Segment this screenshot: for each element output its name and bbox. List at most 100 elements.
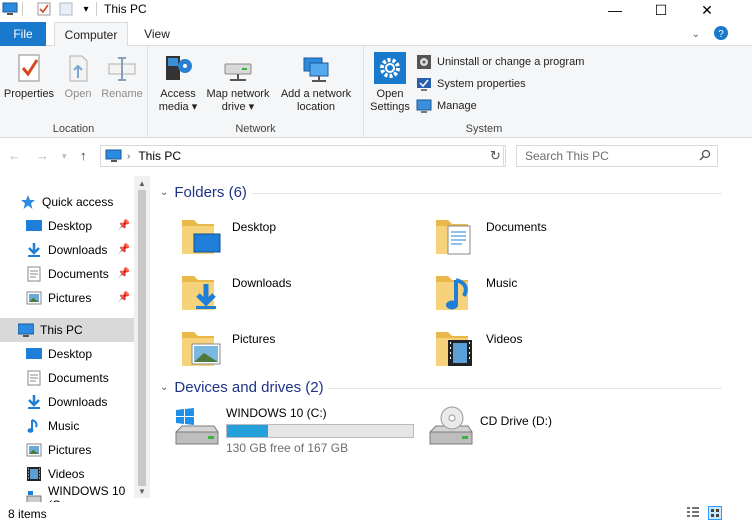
close-button[interactable]: ✕ [684,0,730,20]
refresh-button[interactable]: ↻ [486,145,506,167]
up-arrow-icon[interactable]: ↑ [80,148,87,163]
search-box[interactable]: Search This PC [516,145,718,167]
folder-name: Videos [486,332,523,346]
customize-quick-access-icon[interactable]: ▾ [78,1,94,17]
folder-desktop[interactable]: Desktop [178,212,418,262]
nav-pc-downloads[interactable]: Downloads [0,390,134,414]
folder-name: Documents [486,220,547,234]
uninstall-icon [416,54,432,70]
folders-group-header[interactable]: ⌄ Folders (6) [160,182,247,202]
nav-pc-pictures[interactable]: Pictures [0,438,134,462]
nav-this-pc[interactable]: This PC [0,318,134,342]
expand-ribbon-icon[interactable]: ⌄ [692,29,700,40]
properties-button[interactable]: Properties [2,52,56,101]
open-settings-button[interactable]: Open Settings [368,52,412,114]
nav-pc-windows-drive[interactable]: WINDOWS 10 (C [0,484,134,502]
nav-quick-access[interactable]: Quick access [0,190,134,214]
folder-videos[interactable]: Videos [432,324,672,374]
content-area: ⌄ Folders (6) Desktop Documents Download… [152,176,752,502]
rename-label: Rename [101,88,143,100]
pin-icon: 📌 [117,220,130,231]
folder-downloads[interactable]: Downloads [178,268,418,318]
nav-pc-videos[interactable]: Videos [0,462,134,486]
nav-item-label: Desktop [48,347,93,361]
folders-group-title: Folders (6) [174,183,247,201]
documents-folder-icon [432,212,480,260]
settings-gear-icon [374,52,406,84]
tab-view[interactable]: View [134,22,180,46]
rename-button[interactable]: Rename [98,52,146,101]
manage-computer-icon [416,98,432,114]
windows-drive-icon [172,404,220,452]
drive-c[interactable]: WINDOWS 10 (C:) 130 GB free of 167 GB [172,404,432,455]
navigation-pane-scrollbar[interactable]: ▲ ▼ [134,176,150,498]
forward-arrow-icon[interactable]: → [36,148,49,163]
large-icons-view-icon[interactable] [708,506,722,523]
nav-qa-pictures[interactable]: Pictures 📌 [0,286,134,310]
drive-d[interactable]: CD Drive (D:) [426,404,666,454]
network-drive-icon [222,52,254,84]
pin-icon: 📌 [117,268,130,279]
help-icon[interactable]: ? [714,26,728,43]
open-button[interactable]: Open [58,52,98,101]
maximize-button[interactable]: ☐ [638,0,684,20]
nav-pc-music[interactable]: Music [0,414,134,438]
scrollbar-thumb[interactable] [138,190,146,486]
tab-file[interactable]: File [0,22,46,46]
document-icon [26,266,42,282]
properties-quick-icon[interactable] [36,1,52,17]
nav-item-label: Videos [48,467,85,481]
uninstall-label: Uninstall or change a program [437,56,585,68]
nav-pc-desktop[interactable]: Desktop [0,342,134,366]
ribbon-group-network-label: Network [235,123,276,135]
network-location-icon [300,52,332,84]
breadcrumb-separator-icon: › [127,150,131,162]
title-bar: ▾ This PC — ☐ ✕ [0,0,752,20]
map-network-drive-button[interactable]: Map network drive ▾ [202,52,274,114]
picture-icon [26,442,42,458]
access-media-icon [162,52,194,84]
chevron-down-icon: ⌄ [160,381,169,393]
nav-qa-downloads[interactable]: Downloads 📌 [0,238,134,262]
ribbon-tabs: File Computer View ⌄ ? [0,22,752,47]
back-arrow-icon[interactable]: ← [8,148,21,163]
manage-button[interactable]: Manage [416,96,477,116]
open-icon [62,52,94,84]
film-strip-icon [26,466,42,482]
system-properties-label: System properties [437,78,526,90]
scroll-up-chevron-icon[interactable]: ▲ [134,176,150,190]
folder-name: Desktop [232,220,277,234]
new-folder-quick-icon[interactable] [58,1,74,17]
map-drive-label-2: drive [221,101,246,113]
nav-pc-documents[interactable]: Documents [0,366,134,390]
devices-group-header[interactable]: ⌄ Devices and drives (2) [160,377,324,397]
folder-pictures[interactable]: Pictures [178,324,418,374]
details-view-icon[interactable] [686,506,700,523]
chevron-down-icon: ▾ [248,101,255,113]
rename-icon [106,52,138,84]
address-bar[interactable]: › This PC [100,145,504,167]
folder-documents[interactable]: Documents [432,212,672,262]
nav-item-label: Documents [48,267,109,281]
add-network-location-button[interactable]: Add a network location [276,52,356,114]
folder-name: Music [486,276,518,290]
minimize-button[interactable]: — [592,0,638,20]
ribbon: Properties Open Rename Location Access me… [0,46,752,138]
music-note-icon [26,418,42,434]
svg-text:?: ? [718,29,724,40]
address-path: This PC [138,149,182,163]
access-media-button[interactable]: Access media ▾ [154,52,202,114]
folder-music[interactable]: Music [432,268,672,318]
view-toggle-group [686,506,722,523]
recent-locations-chevron-icon[interactable]: ▾ [62,151,67,162]
scroll-down-chevron-icon[interactable]: ▼ [134,484,150,498]
ribbon-group-location: Properties Open Rename Location [0,46,148,138]
folder-name: Pictures [232,332,276,346]
uninstall-program-button[interactable]: Uninstall or change a program [416,52,584,72]
pin-icon: 📌 [117,244,130,255]
nav-qa-documents[interactable]: Documents 📌 [0,262,134,286]
nav-this-pc-label: This PC [40,323,83,337]
system-properties-button[interactable]: System properties [416,74,526,94]
nav-qa-desktop[interactable]: Desktop 📌 [0,214,134,238]
tab-computer[interactable]: Computer [54,22,128,47]
